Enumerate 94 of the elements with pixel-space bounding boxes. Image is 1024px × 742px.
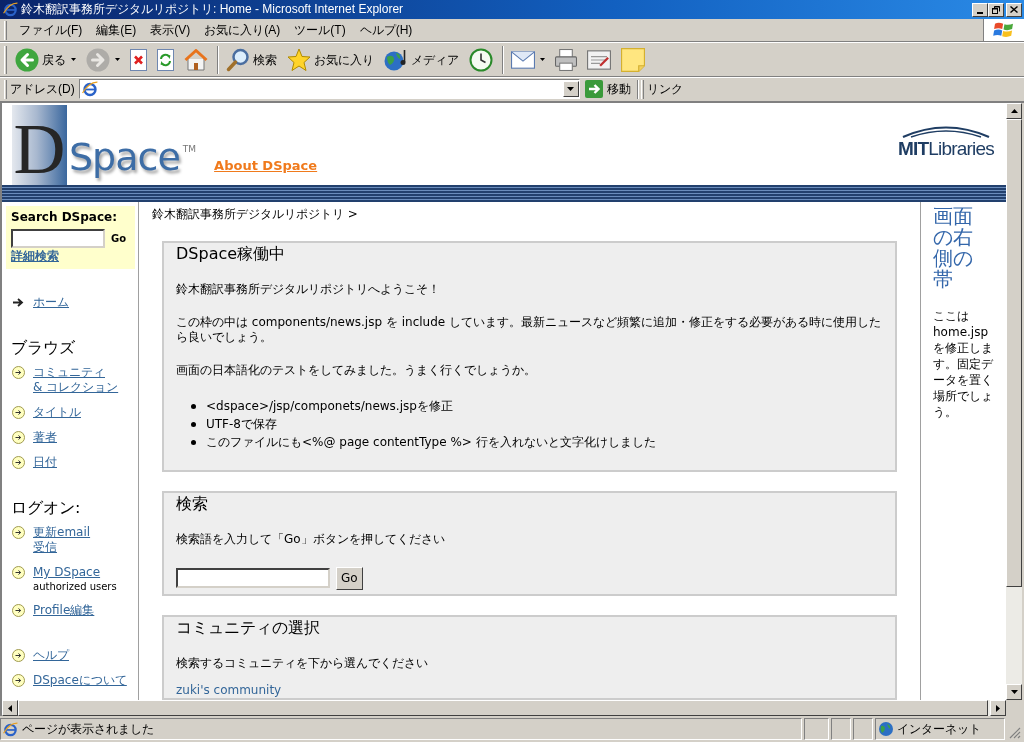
back-button[interactable]: 戻る — [11, 44, 80, 75]
bullet-item: <dspace>/jsp/componets/news.jspを修正 — [206, 398, 453, 414]
favorites-button[interactable]: お気に入り — [283, 44, 378, 75]
globe-note-icon — [384, 47, 408, 72]
window-title: 鈴木翻訳事務所デジタルリポジトリ: Home - Microsoft Internet Explorer — [21, 2, 404, 17]
close-icon — [1010, 6, 1018, 13]
panel-text: 検索語を入力して「Go」ボタンを押してください — [176, 532, 446, 547]
bullet-icon — [191, 403, 196, 409]
bullet-icon — [191, 421, 196, 427]
menu-item[interactable]: 表示(V) — [143, 20, 198, 40]
advanced-search-link[interactable]: 詳細検索 — [11, 249, 130, 264]
panel-title: コミュニティの選択 — [176, 618, 321, 638]
library-logo: MITLibraries — [899, 124, 993, 160]
close-button[interactable] — [1006, 2, 1022, 17]
go-button[interactable]: 移動 — [582, 78, 633, 100]
bullet-item: UTF-8で保存 — [206, 416, 277, 432]
links-label: リンク — [646, 81, 683, 98]
caret-down-icon — [1010, 690, 1018, 694]
sidebar-link[interactable]: タイトル — [33, 405, 81, 420]
arrow-right-icon — [13, 298, 24, 307]
vertical-scrollbar[interactable] — [1006, 103, 1022, 700]
sidebar-link[interactable]: DSpaceについて — [33, 673, 127, 688]
panel-text: 鈴木翻訳事務所デジタルリポジトリへようこそ！ — [176, 282, 441, 297]
browser-icon — [3, 2, 18, 17]
bullet-icon — [191, 439, 196, 445]
globe-icon — [879, 722, 893, 736]
section-heading: ログオン: — [10, 498, 82, 518]
menu-item[interactable]: ファイル(F) — [12, 20, 90, 40]
refresh-icon — [157, 48, 174, 71]
sidebar-link[interactable]: My DSpace — [33, 565, 117, 580]
restore-button[interactable] — [988, 2, 1004, 17]
sidebar-link[interactable]: 著者 — [33, 430, 57, 445]
caret-up-icon — [1010, 109, 1018, 113]
status-panel — [853, 718, 873, 740]
search-input[interactable] — [176, 568, 330, 588]
address-field[interactable] — [78, 79, 580, 99]
side-text: ここはhome.jspを修正します。固定データを置く場所でしょう。 — [933, 308, 994, 420]
resize-grip-icon — [1009, 727, 1021, 739]
search-input[interactable] — [11, 229, 105, 248]
dropdown-button[interactable] — [562, 81, 579, 97]
sticky-note-icon — [621, 47, 645, 72]
bullet-item: このファイルにも<%@ page contentType %> 行を入れないと文字化けしました — [206, 434, 656, 450]
sidebar-link[interactable]: 日付 — [33, 455, 57, 470]
panel-title: 検索 — [176, 494, 209, 514]
sidebar-link[interactable]: コミュニティ & コレクション — [33, 365, 119, 395]
search-icon — [226, 47, 250, 72]
notepad-icon — [587, 49, 611, 70]
section-heading: ブラウズ — [10, 338, 76, 358]
scrollbar-thumb[interactable] — [1006, 119, 1022, 587]
page-icon — [81, 81, 98, 97]
sidebar-link[interactable]: 更新email 受信 — [33, 525, 91, 555]
panel-text: 画面の日本語化のテストをしてみました。うまく行くでしょうか。 — [176, 363, 537, 378]
home-icon — [184, 48, 208, 71]
minimize-button[interactable] — [972, 2, 988, 17]
scroll-down-button[interactable] — [1006, 684, 1022, 700]
star-icon — [287, 47, 311, 72]
caret-down-icon — [567, 87, 575, 91]
scroll-up-button[interactable] — [1006, 103, 1022, 119]
sidebar-link[interactable]: Profile編集 — [33, 603, 95, 618]
go-button[interactable]: Go — [111, 232, 127, 245]
scroll-right-button[interactable] — [990, 700, 1006, 716]
menu-item[interactable]: 編集(E) — [89, 20, 144, 40]
panel-title: DSpace稼働中 — [176, 244, 287, 264]
clock-icon — [469, 47, 493, 72]
caret-right-icon — [996, 704, 1000, 712]
panel-text: この枠の中は components/news.jsp を include しています。最新ニュースなど頻繁に追加・修正をする必要がある時に使用したら良いでしょう。 — [176, 315, 882, 345]
go-button[interactable]: Go — [336, 566, 363, 590]
menu-item[interactable]: ツール(T) — [287, 20, 353, 40]
media-button[interactable]: メディア — [380, 44, 463, 75]
page-icon — [3, 721, 18, 737]
home-link[interactable]: ホーム — [33, 295, 69, 310]
zone-text: インターネット — [897, 721, 981, 738]
search-heading: Search DSpace: — [11, 209, 118, 225]
sidebar-link[interactable]: ヘルプ — [33, 648, 69, 663]
go-arrow-icon — [584, 80, 603, 98]
printer-icon — [555, 48, 577, 71]
panel-text: 検索するコミュニティを下から選んでください — [176, 656, 429, 671]
status-panel — [804, 718, 829, 740]
breadcrumb: 鈴木翻訳事務所デジタルリポジトリ > — [152, 207, 359, 222]
caret-left-icon — [8, 704, 12, 712]
envelope-icon — [511, 50, 535, 69]
restore-icon — [992, 5, 1000, 14]
search-button[interactable]: 検索 — [222, 44, 281, 75]
menu-item[interactable]: お気に入り(A) — [197, 20, 288, 40]
link-note: authorized users — [33, 580, 117, 593]
community-link[interactable]: zuki's community — [176, 683, 282, 698]
minimize-icon — [977, 11, 983, 14]
address-label: アドレス(D) — [10, 81, 75, 98]
menu-item[interactable]: ヘルプ(H) — [352, 20, 420, 40]
scroll-left-button[interactable] — [2, 700, 18, 716]
side-heading: 画面の右側の帯 — [933, 206, 974, 290]
status-panel — [831, 718, 851, 740]
stop-icon — [130, 48, 147, 71]
status-text: ページが表示されました — [22, 721, 154, 738]
